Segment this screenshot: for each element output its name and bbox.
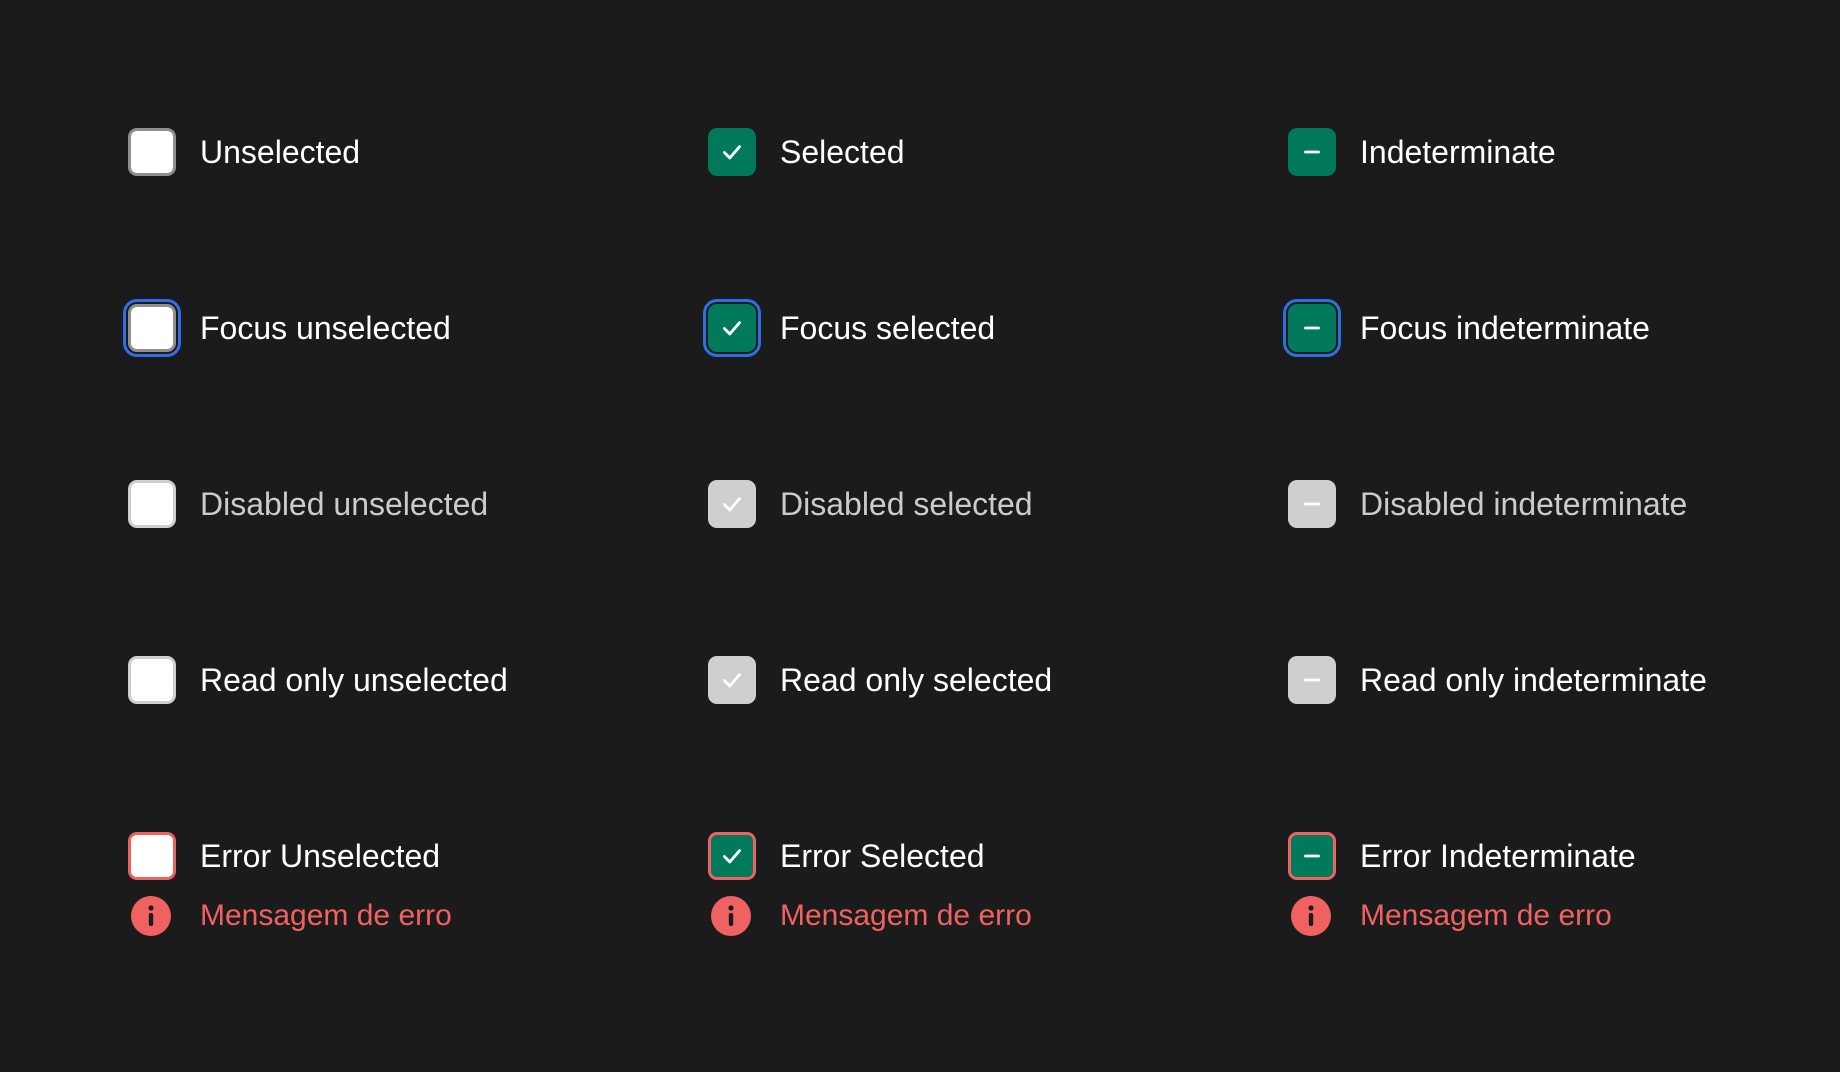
checkbox-label: Selected bbox=[780, 134, 905, 170]
checkbox-box[interactable] bbox=[703, 299, 761, 357]
error-message: Mensagem de erro bbox=[1360, 899, 1612, 932]
error-message: Mensagem de erro bbox=[200, 899, 452, 932]
check-icon bbox=[723, 321, 741, 336]
checkbox-box bbox=[708, 480, 756, 528]
checkbox-label: Disabled selected bbox=[780, 486, 1033, 522]
checkbox-box[interactable] bbox=[128, 128, 176, 176]
checkbox-box[interactable] bbox=[708, 656, 756, 704]
minus-icon bbox=[1304, 326, 1320, 330]
checkbox-label: Error Unselected bbox=[200, 838, 441, 874]
minus-icon bbox=[1304, 854, 1320, 858]
check-icon bbox=[723, 497, 741, 512]
checkbox-box[interactable] bbox=[1288, 128, 1336, 176]
checkbox-label: Focus selected bbox=[780, 310, 996, 346]
error-message: Mensagem de erro bbox=[780, 899, 1032, 932]
error-info-icon bbox=[711, 896, 751, 936]
checkbox-label: Disabled indeterminate bbox=[1360, 486, 1688, 522]
checkbox-box[interactable] bbox=[128, 656, 176, 704]
checkbox-box bbox=[128, 480, 176, 528]
checkbox-label: Error Selected bbox=[780, 838, 985, 874]
check-icon bbox=[723, 145, 741, 160]
checkbox-label: Read only selected bbox=[780, 662, 1053, 698]
minus-icon bbox=[1304, 502, 1320, 506]
checkbox-label: Read only unselected bbox=[200, 662, 508, 698]
check-icon bbox=[723, 673, 741, 688]
checkbox-label: Focus indeterminate bbox=[1360, 310, 1650, 346]
checkbox-label: Error Indeterminate bbox=[1360, 838, 1636, 874]
checkbox-label: Focus unselected bbox=[200, 310, 451, 346]
checkbox-box[interactable] bbox=[1283, 299, 1341, 357]
checkbox-label: Unselected bbox=[200, 134, 361, 170]
minus-icon bbox=[1304, 678, 1320, 682]
error-info-icon bbox=[131, 896, 171, 936]
checkbox-box[interactable] bbox=[1288, 832, 1336, 880]
checkbox-box bbox=[1288, 480, 1336, 528]
checkbox-box[interactable] bbox=[1288, 656, 1336, 704]
checkbox-box[interactable] bbox=[708, 128, 756, 176]
minus-icon bbox=[1304, 150, 1320, 154]
error-info-icon bbox=[1291, 896, 1331, 936]
checkbox-box[interactable] bbox=[128, 832, 176, 880]
checkbox-states-page: Unselected Selected Indeterminate Focus … bbox=[0, 0, 1840, 1072]
checkbox-label: Read only indeterminate bbox=[1360, 662, 1707, 698]
checkbox-box[interactable] bbox=[708, 832, 756, 880]
checkbox-label: Disabled unselected bbox=[200, 486, 489, 522]
checkbox-label: Indeterminate bbox=[1360, 134, 1556, 170]
check-icon bbox=[723, 849, 741, 864]
checkbox-box[interactable] bbox=[123, 299, 181, 357]
